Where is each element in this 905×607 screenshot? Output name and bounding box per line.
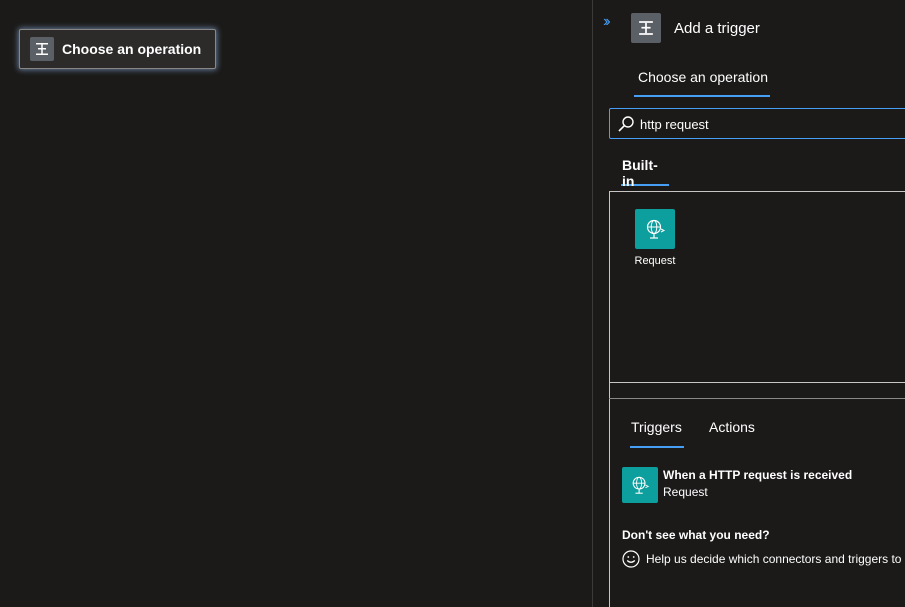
smiley-icon — [622, 550, 640, 568]
list-item[interactable]: When a HTTP request is received Request — [622, 467, 902, 503]
trigger-name: When a HTTP request is received — [663, 468, 853, 482]
connector-results: Request — [609, 191, 905, 383]
add-trigger-panel: ›› Add a trigger Choose an operation Bui… — [592, 0, 905, 607]
tab-triggers[interactable]: Triggers — [630, 410, 684, 448]
globe-request-icon — [622, 467, 658, 503]
tab-choose-operation[interactable]: Choose an operation — [634, 60, 770, 97]
designer-canvas: Choose an operation — [0, 0, 593, 607]
tab-label: Choose an operation — [638, 69, 768, 85]
trigger-connector: Request — [663, 485, 708, 499]
operation-label: Choose an operation — [62, 41, 202, 57]
connector-label: Request — [634, 255, 676, 267]
trigger-icon — [30, 37, 54, 61]
help-link[interactable]: Help us decide which connectors and trig… — [622, 550, 905, 570]
choose-operation-card[interactable]: Choose an operation — [19, 29, 216, 69]
trigger-icon — [631, 13, 661, 43]
help-text: Help us decide which connectors and trig… — [646, 552, 905, 566]
tab-label: Triggers — [631, 419, 682, 435]
help-title: Don't see what you need? — [622, 528, 770, 542]
connector-request[interactable]: Request — [630, 209, 680, 273]
panel-title: Add a trigger — [674, 20, 760, 37]
chevron-double-right-icon[interactable]: ›› — [603, 14, 610, 30]
globe-request-icon — [635, 209, 675, 249]
divider — [609, 398, 905, 399]
tab-label: Actions — [709, 419, 755, 435]
tab-built-in[interactable]: Built-in — [621, 148, 669, 189]
search-icon — [618, 116, 634, 132]
tab-label: Built-in — [622, 157, 658, 189]
search-input[interactable] — [640, 114, 890, 134]
search-box[interactable] — [609, 108, 905, 139]
